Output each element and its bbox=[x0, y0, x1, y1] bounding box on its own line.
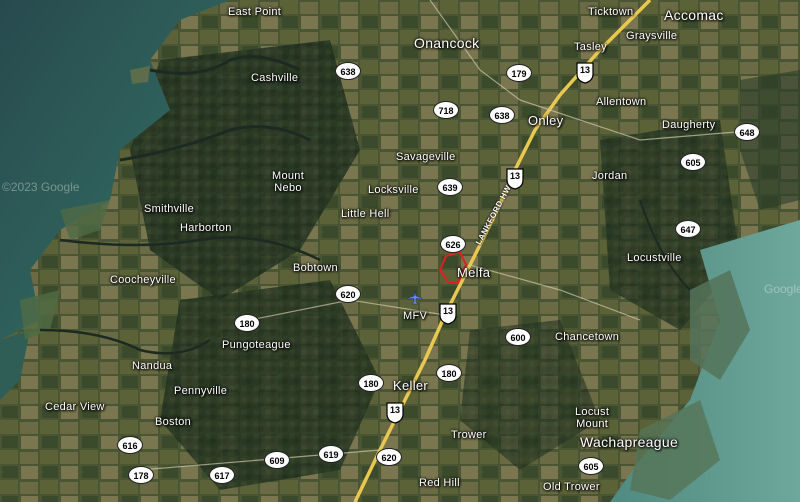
us-13-shield-mid[interactable]: 13 bbox=[505, 168, 525, 190]
label-melfa: Melfa bbox=[457, 265, 491, 280]
route-marker-617[interactable]: 617 bbox=[209, 466, 235, 484]
us-13-shield-north[interactable]: 13 bbox=[575, 62, 595, 84]
us-13-shield-label: 13 bbox=[389, 405, 400, 415]
label-red-hill: Red Hill bbox=[419, 477, 460, 489]
route-marker-616[interactable]: 616 bbox=[117, 436, 143, 454]
label-cashville: Cashville bbox=[251, 72, 299, 84]
label-savageville: Savageville bbox=[396, 151, 456, 163]
route-marker-718[interactable]: 718 bbox=[433, 101, 459, 119]
label-bobtown: Bobtown bbox=[293, 262, 338, 274]
label-keller: Keller bbox=[393, 378, 429, 393]
route-marker-626[interactable]: 626 bbox=[440, 235, 466, 253]
route-marker-620-south[interactable]: 620 bbox=[376, 448, 402, 466]
label-allentown: Allentown bbox=[596, 96, 647, 108]
label-harborton: Harborton bbox=[180, 222, 232, 234]
label-mfv: MFV bbox=[403, 310, 428, 322]
us-13-shield-label: 13 bbox=[509, 171, 520, 181]
route-marker-638[interactable]: 638 bbox=[335, 62, 361, 80]
label-onancock: Onancock bbox=[414, 35, 480, 51]
label-locustville: Locustville bbox=[627, 252, 682, 264]
label-pennyville: Pennyville bbox=[174, 385, 228, 397]
us-13-shield-south[interactable]: 13 bbox=[385, 402, 405, 424]
google-watermark-2: Google bbox=[764, 282, 800, 296]
label-graysville: Graysville bbox=[626, 30, 678, 42]
label-tasley: Tasley bbox=[574, 41, 607, 53]
label-smithville: Smithville bbox=[144, 203, 195, 215]
us-13-shield-melfa[interactable]: 13 bbox=[438, 303, 458, 325]
label-chancetown: Chancetown bbox=[555, 331, 620, 343]
label-wachapreague: Wachapreague bbox=[580, 434, 679, 450]
label-mount-nebo: Mount Nebo bbox=[272, 170, 305, 194]
route-marker-619[interactable]: 619 bbox=[318, 445, 344, 463]
route-marker-620-north[interactable]: 620 bbox=[335, 285, 361, 303]
map-imagery bbox=[0, 0, 800, 502]
route-marker-178[interactable]: 178 bbox=[128, 466, 154, 484]
route-marker-600[interactable]: 600 bbox=[505, 328, 531, 346]
route-marker-180-keller[interactable]: 180 bbox=[358, 374, 384, 392]
label-locust-mount: Locust Mount bbox=[575, 406, 610, 430]
label-little-hell: Little Hell bbox=[341, 208, 390, 220]
route-marker-648[interactable]: 648 bbox=[734, 123, 760, 141]
label-accomac: Accomac bbox=[664, 7, 724, 23]
us-13-shield-label: 13 bbox=[579, 65, 590, 75]
route-marker-180-east[interactable]: 180 bbox=[436, 364, 462, 382]
label-old-trower: Old Trower bbox=[543, 481, 600, 493]
label-coocheyville: Coocheyville bbox=[110, 274, 176, 286]
label-east-point: East Point bbox=[228, 6, 282, 18]
label-pungoteague: Pungoteague bbox=[222, 339, 291, 351]
label-trower: Trower bbox=[451, 429, 487, 441]
airport-icon[interactable] bbox=[407, 291, 423, 305]
label-ticktown: Ticktown bbox=[588, 6, 634, 18]
satellite-map[interactable]: ©2023 Google Google LANKFORD HWY East Po… bbox=[0, 0, 800, 502]
route-marker-605-north[interactable]: 605 bbox=[680, 153, 706, 171]
route-marker-647[interactable]: 647 bbox=[675, 220, 701, 238]
route-marker-179[interactable]: 179 bbox=[506, 64, 532, 82]
route-marker-639[interactable]: 639 bbox=[437, 178, 463, 196]
route-marker-605-south[interactable]: 605 bbox=[578, 457, 604, 475]
google-watermark: ©2023 Google bbox=[2, 180, 80, 194]
route-marker-609[interactable]: 609 bbox=[264, 451, 290, 469]
label-cedar-view: Cedar View bbox=[45, 401, 105, 413]
label-daugherty: Daugherty bbox=[662, 119, 716, 131]
route-marker-180-west[interactable]: 180 bbox=[234, 314, 260, 332]
route-marker-638-east[interactable]: 638 bbox=[489, 106, 515, 124]
label-nandua: Nandua bbox=[132, 360, 173, 372]
us-13-shield-label: 13 bbox=[442, 306, 453, 316]
label-boston: Boston bbox=[155, 416, 192, 428]
label-jordan: Jordan bbox=[592, 170, 628, 182]
label-locksville: Locksville bbox=[368, 184, 419, 196]
label-onley: Onley bbox=[528, 113, 564, 128]
